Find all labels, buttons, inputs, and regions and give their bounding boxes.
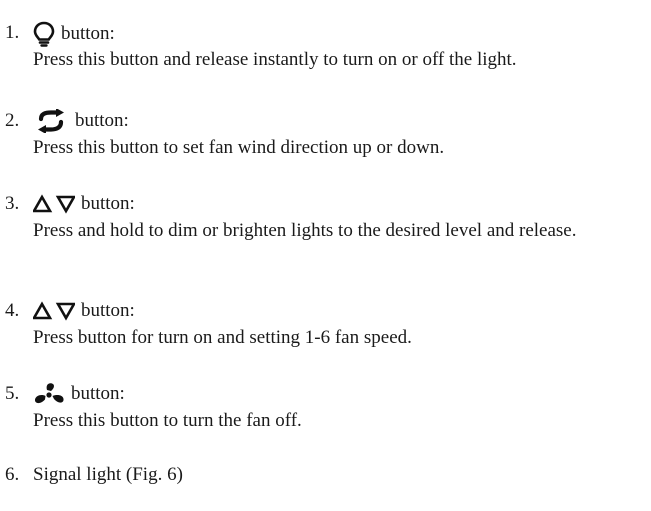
item-description: Press this button to turn the fan off.	[33, 410, 302, 431]
button-label: button:	[71, 383, 125, 404]
item-number: 2.	[5, 110, 20, 131]
item-label: Signal light (Fig. 6)	[33, 464, 183, 485]
item-description: Press and hold to dim or brighten lights…	[33, 220, 577, 241]
fan-icon	[33, 382, 65, 406]
item-number: 5.	[5, 383, 20, 404]
item-number: 6.	[5, 464, 20, 485]
up-down-triangles-icon	[33, 194, 75, 214]
up-down-triangles-icon	[33, 301, 75, 321]
reverse-arrows-icon	[33, 109, 69, 133]
button-label: button:	[81, 300, 135, 321]
button-label: button:	[81, 193, 135, 214]
item-number: 3.	[5, 193, 20, 214]
item-description: Press this button to set fan wind direct…	[33, 137, 445, 158]
item-description: Press button for turn on and setting 1-6…	[33, 327, 412, 348]
button-label: button:	[61, 23, 115, 44]
item-description: Press this button and release instantly …	[33, 49, 517, 70]
button-label: button:	[75, 110, 129, 131]
item-number: 1.	[5, 22, 20, 43]
item-number: 4.	[5, 300, 20, 321]
light-bulb-icon	[33, 21, 55, 47]
